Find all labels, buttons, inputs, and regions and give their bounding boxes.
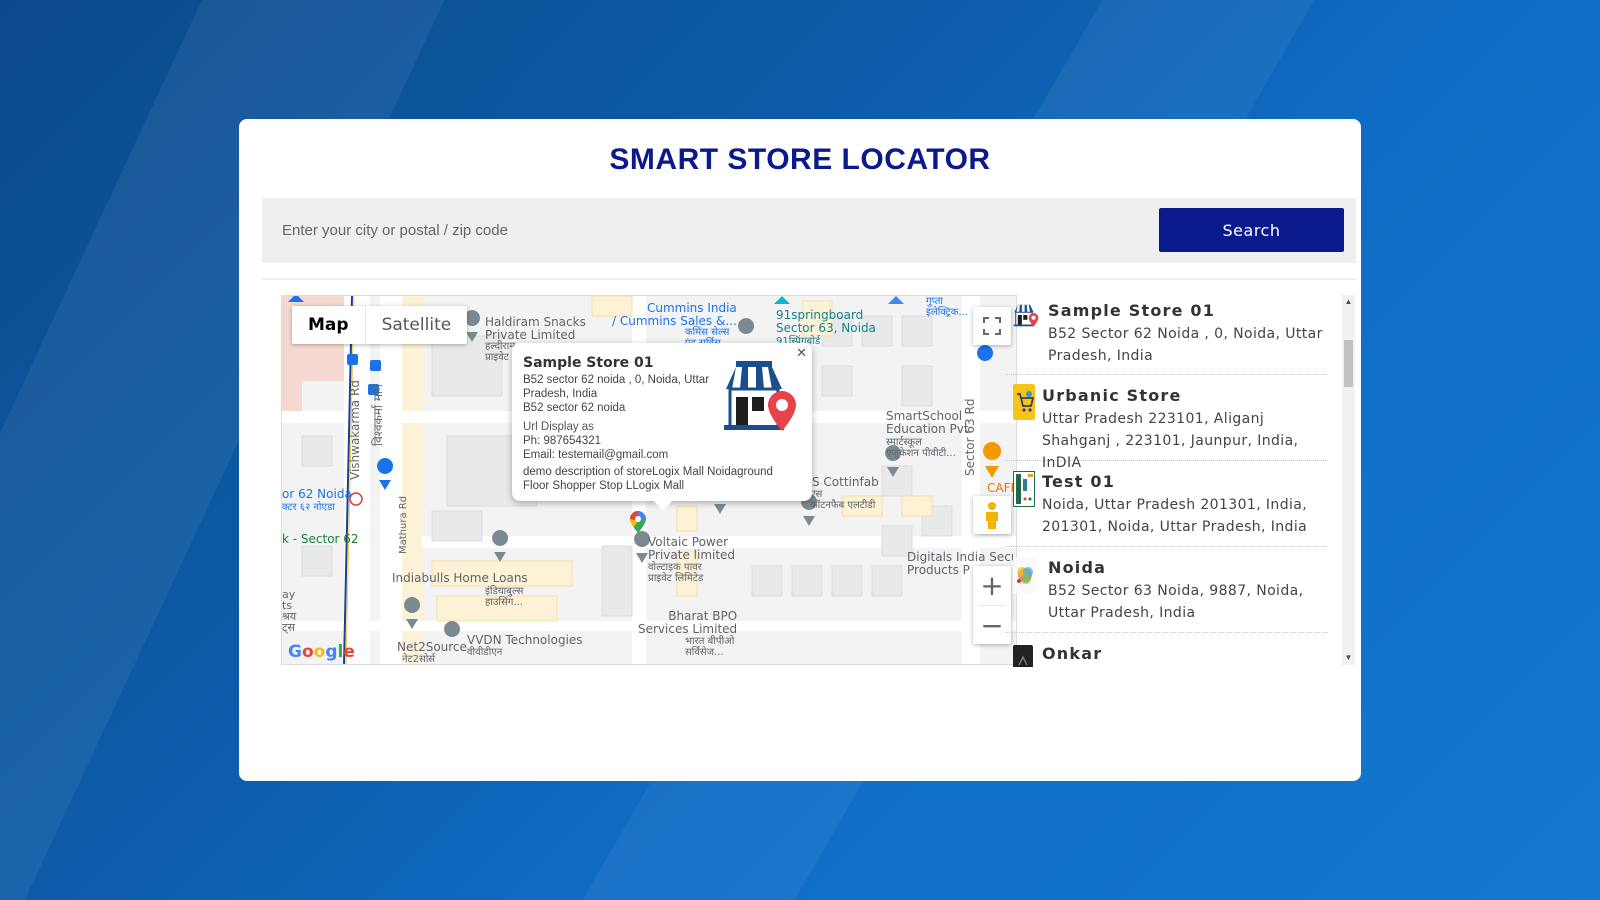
store-list: Sample Store 01 B52 Sector 62 Noida , 0,… bbox=[1005, 291, 1355, 667]
map-label-vvdn: VVDN Technologies bbox=[467, 633, 583, 647]
street-view-pegman-icon bbox=[986, 502, 998, 529]
store-name: Test 01 bbox=[1042, 472, 1116, 491]
color-splash-thumb bbox=[1013, 557, 1037, 593]
map-type-satellite-button[interactable]: Satellite bbox=[366, 306, 468, 344]
map-label-indiabulls-hi: इंडियाबुल्स हाउसिंग... bbox=[485, 586, 524, 608]
map-label-net2source: Net2Source bbox=[397, 640, 467, 654]
document-thumb bbox=[1013, 471, 1035, 507]
map-label-voltaic-hi: वोल्टाइक पावर प्राइवेट लिमिटेड bbox=[648, 562, 704, 584]
info-phone: Ph: 987654321 bbox=[523, 435, 602, 447]
map-label-sector63-rd: Sector 63 Rd bbox=[963, 398, 977, 476]
map-label-cottinfab-hi: एस कॉटनफैब एलटीडी bbox=[810, 489, 876, 511]
info-description: demo description of storeLogix Mall Noid… bbox=[523, 466, 773, 492]
map-label-smartschool: SmartSchool Education Pvt bbox=[886, 409, 969, 436]
divider bbox=[262, 278, 1356, 280]
map-label-left-edge: ay ts श्रय ट्स bbox=[282, 588, 297, 634]
map-type-map-button[interactable]: Map bbox=[292, 306, 366, 344]
map-label-vvdn-hi: वीवीडीएन bbox=[467, 647, 503, 658]
map-label-cottinfab: S Cottinfab bbox=[812, 475, 879, 489]
map-label-net2source-hi: नेट2सोर्स bbox=[402, 654, 436, 665]
search-bar: Search bbox=[262, 198, 1356, 263]
store-name: Sample Store 01 bbox=[1048, 301, 1216, 320]
map-label-bharat: Bharat BPO Services Limited bbox=[638, 609, 738, 636]
map-label-vishwakarma-rd: Vishwakarma Rd bbox=[348, 380, 362, 480]
info-url[interactable]: Url Display as bbox=[523, 420, 718, 434]
map-label-cummins: Cummins India / Cummins Sales &... bbox=[612, 301, 737, 328]
map-label-bharat-hi: भारत बीपीओ सर्विसेज... bbox=[685, 636, 735, 658]
map-type-control: Map Satellite bbox=[292, 306, 468, 344]
page-title: SMART STORE LOCATOR bbox=[609, 143, 991, 176]
dark-image-thumb bbox=[1013, 645, 1033, 667]
store-location-icon bbox=[1013, 304, 1039, 327]
scroll-down-arrow-icon[interactable]: ▼ bbox=[1342, 651, 1355, 665]
google-logo: Google bbox=[288, 642, 355, 662]
map-label-sector62-noida: or 62 Noida bbox=[282, 487, 352, 501]
info-email: Email: testemail@gmail.com bbox=[523, 449, 669, 461]
map-label-indiabulls: Indiabulls Home Loans bbox=[392, 571, 528, 585]
map-label-vishwakarma-hi: विश्वकर्मा मार्ग bbox=[371, 384, 385, 446]
store-info-window: ✕ Sample Store 01 B52 sector 62 noida , … bbox=[512, 343, 812, 511]
store-list-scrollbar[interactable]: ▲ ▼ bbox=[1342, 295, 1355, 665]
store-name: Onkar bbox=[1042, 644, 1103, 663]
map-label-sector62-noida-hi: क्टर ६२ नोएडा bbox=[282, 502, 335, 513]
store-list-item[interactable]: Urbanic Store Uttar Pradesh 223101, Alig… bbox=[1005, 377, 1328, 471]
map-label-haldiram-hi: हल्दीराम प्राइवेट bbox=[485, 341, 516, 363]
info-address-short: B52 sector 62 noida bbox=[523, 402, 626, 414]
map-label-electric-hi: गुप्ता इलेक्ट्रिक... bbox=[926, 296, 968, 318]
search-input[interactable] bbox=[262, 198, 1142, 263]
store-list-item[interactable]: Test 01 Noida, Uttar Pradesh 201301, Ind… bbox=[1005, 463, 1328, 547]
store-list-item[interactable]: Sample Store 01 B52 Sector 62 Noida , 0,… bbox=[1005, 291, 1328, 375]
store-address: B52 Sector 62 Noida , 0, Noida, Uttar Pr… bbox=[1048, 326, 1323, 364]
store-name: Urbanic Store bbox=[1042, 386, 1182, 405]
store-list-item[interactable]: Noida B52 Sector 63 Noida, 9887, Noida, … bbox=[1005, 549, 1328, 633]
scroll-thumb[interactable] bbox=[1344, 340, 1353, 387]
search-button[interactable]: Search bbox=[1159, 208, 1344, 252]
scroll-up-arrow-icon[interactable]: ▲ bbox=[1342, 295, 1355, 309]
map-label-springboard: 91springboard Sector 63, Noida bbox=[776, 308, 876, 335]
info-address: B52 sector 62 noida , 0, Noida, Uttar Pr… bbox=[523, 374, 710, 400]
shopping-cart-thumb bbox=[1013, 384, 1035, 420]
store-list-item[interactable]: Onkar bbox=[1005, 635, 1328, 667]
fullscreen-icon bbox=[983, 317, 1001, 335]
map-label-smartschool-hi: स्मार्टस्कूल एजुकेशन पीवीटी... bbox=[886, 437, 956, 459]
map-label-sector62-park: k - Sector 62 bbox=[282, 532, 359, 546]
map-label-haldiram: Haldiram Snacks Private Limited bbox=[485, 315, 586, 342]
store-location-icon bbox=[724, 361, 796, 431]
map-label-voltaic: Voltaic Power Private limited bbox=[648, 535, 736, 562]
store-address: B52 Sector 63 Noida, 9887, Noida, Uttar … bbox=[1048, 583, 1304, 621]
store-name: Noida bbox=[1048, 558, 1107, 577]
store-locator-card: SMART STORE LOCATOR Search bbox=[239, 119, 1361, 781]
store-address: Noida, Uttar Pradesh 201301, India, 2013… bbox=[1042, 497, 1308, 535]
map-label-mathura-rd: Mathura Rd bbox=[398, 495, 409, 554]
map[interactable]: Haldiram Snacks Private Limited हल्दीराम प… bbox=[281, 295, 1017, 665]
